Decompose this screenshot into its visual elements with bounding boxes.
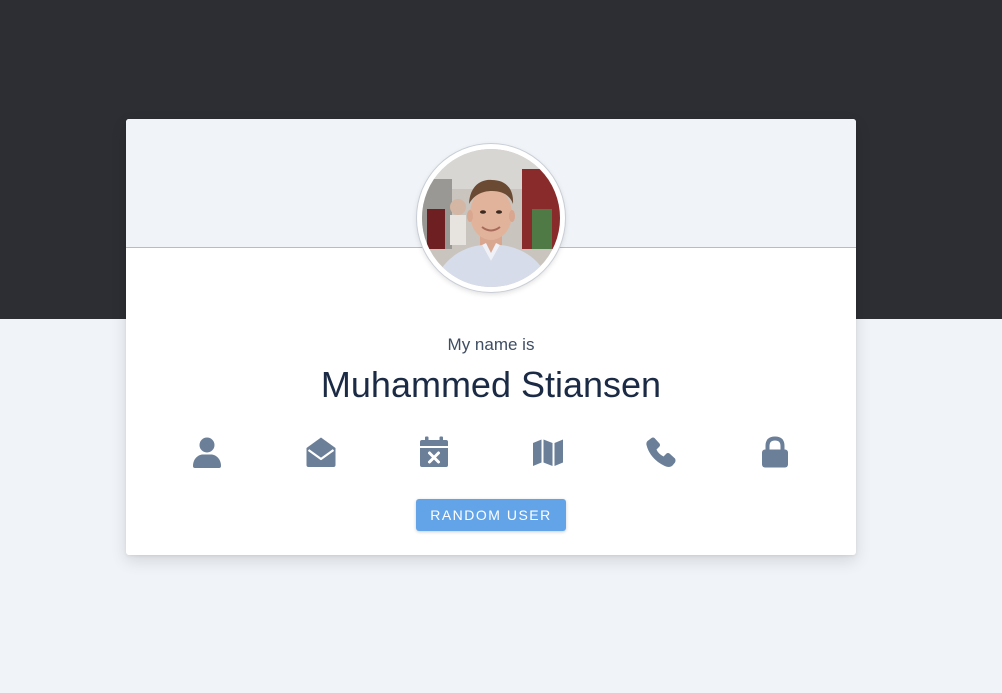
phone-icon[interactable] [643, 434, 679, 470]
lock-icon[interactable] [757, 434, 793, 470]
map-icon[interactable] [530, 434, 566, 470]
user-name: Muhammed Stiansen [320, 364, 662, 405]
avatar [417, 144, 565, 292]
name-label: My name is [447, 335, 535, 354]
calendar-times-icon[interactable] [416, 434, 452, 470]
envelope-open-icon[interactable] [303, 434, 339, 470]
profile-card: My name is Muhammed Stiansen RANDOM USER [126, 119, 856, 555]
avatar-photo [422, 149, 560, 287]
info-icon-bar [126, 434, 856, 470]
random-user-button[interactable]: RANDOM USER [416, 499, 566, 531]
user-icon[interactable] [189, 434, 225, 470]
